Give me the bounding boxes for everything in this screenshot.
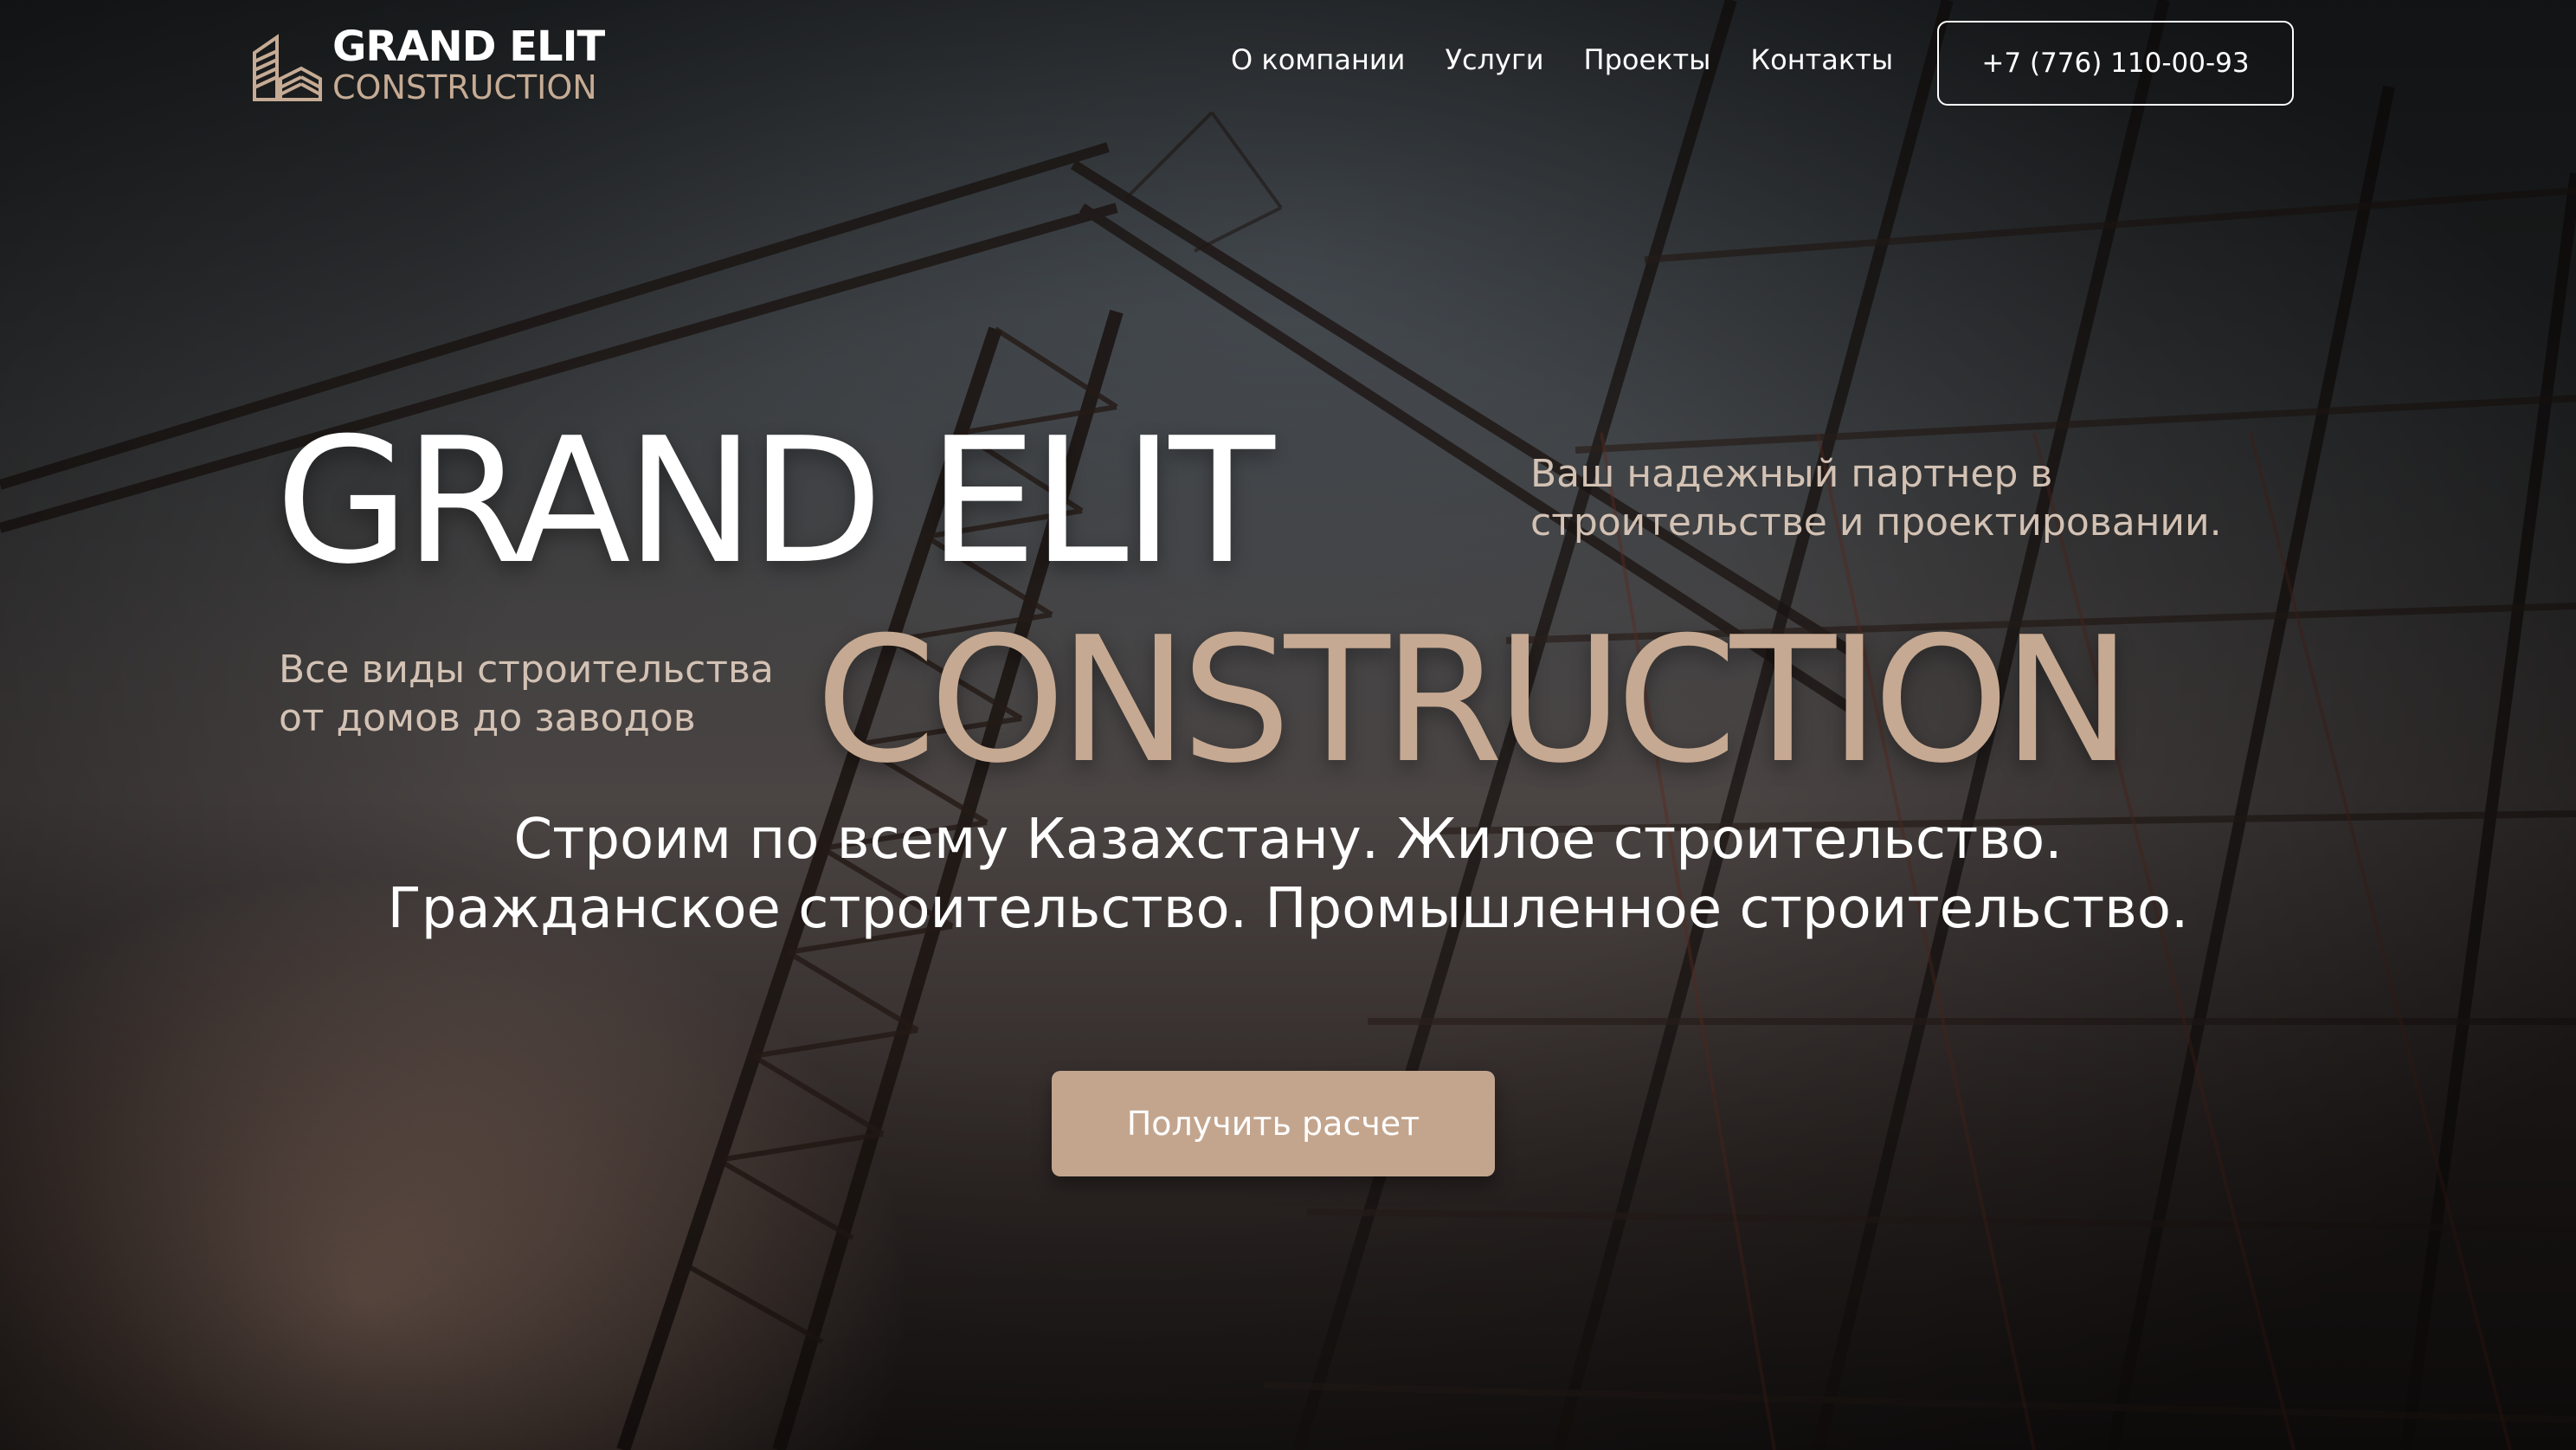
nav-link-services[interactable]: Услуги [1445,43,1543,76]
logo-title: GRAND ELIT [332,23,605,71]
phone-button[interactable]: +7 (776) 110-00-93 [1937,21,2294,106]
tagline-right-line1: Ваш надежный партнер в [1530,452,2053,496]
tagline-left-line1: Все виды строительства [279,648,774,692]
nav-link-contacts[interactable]: Контакты [1750,43,1893,76]
logo-subtitle: CONSTRUCTION [332,68,597,106]
logo[interactable]: GRAND ELIT CONSTRUCTION [251,23,605,106]
nav-link-about[interactable]: О компании [1231,43,1405,76]
tagline-right-line2: строительстве и проектировании. [1530,500,2222,545]
nav-link-projects[interactable]: Проекты [1584,43,1711,76]
building-stack-icon [253,34,322,101]
hero-subtitle-line1: Строим по всему Казахстану. Жилое строит… [513,808,2063,872]
hero-title-line1: GRAND ELIT [275,401,1275,603]
hero-title-line2: CONSTRUCTION [815,600,2132,802]
hero-subtitle: Строим по всему Казахстану. Жилое строит… [0,805,2576,944]
tagline-right: Ваш надежный партнер в строительстве и п… [1530,450,2309,547]
logo-text: GRAND ELIT CONSTRUCTION [332,23,605,106]
tagline-left-line2: от домов до заводов [279,696,696,740]
tagline-left: Все виды строительства от домов до завод… [279,646,833,743]
get-quote-button[interactable]: Получить расчет [1052,1071,1495,1176]
main-nav: О компании Услуги Проекты Контакты [1231,43,1933,76]
hero-subtitle-line2: Гражданское строительство. Промышленное … [387,877,2189,941]
